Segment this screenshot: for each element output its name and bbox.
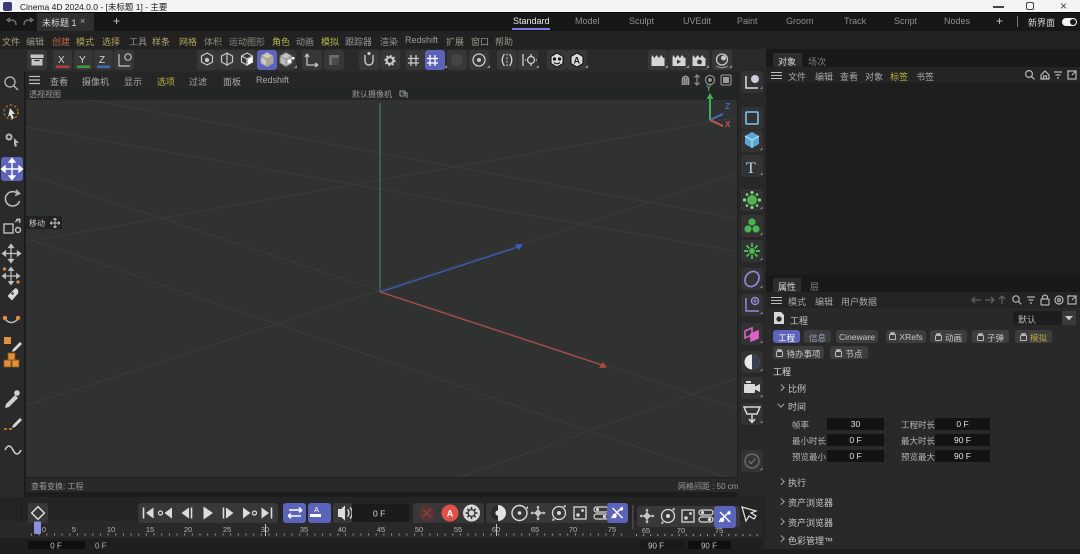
svg-text:0 F: 0 F bbox=[373, 509, 385, 519]
svg-text:A: A bbox=[574, 56, 581, 66]
svg-text:75: 75 bbox=[608, 525, 616, 534]
svg-text:50: 50 bbox=[415, 525, 423, 534]
svg-text:T: T bbox=[746, 160, 756, 177]
svg-text:45: 45 bbox=[377, 525, 385, 534]
svg-text:65: 65 bbox=[642, 526, 650, 535]
svg-text:0: 0 bbox=[42, 525, 46, 534]
svg-text:90 F: 90 F bbox=[701, 542, 717, 550]
svg-text:0 F: 0 F bbox=[50, 542, 62, 550]
svg-text:15: 15 bbox=[146, 525, 154, 534]
svg-text:Z: Z bbox=[99, 55, 105, 66]
svg-text:Z: Z bbox=[725, 102, 730, 111]
svg-text:10: 10 bbox=[107, 525, 115, 534]
svg-text:Y: Y bbox=[79, 55, 86, 66]
svg-text:70: 70 bbox=[569, 525, 577, 534]
svg-text:X: X bbox=[58, 55, 65, 66]
svg-text:A: A bbox=[314, 505, 319, 514]
svg-text:25: 25 bbox=[223, 525, 231, 534]
svg-text:70: 70 bbox=[677, 526, 685, 535]
svg-text:40: 40 bbox=[338, 525, 346, 534]
svg-text:A: A bbox=[447, 509, 454, 519]
svg-text:75: 75 bbox=[715, 526, 723, 535]
svg-text:Y: Y bbox=[706, 84, 712, 93]
svg-text:20: 20 bbox=[184, 525, 192, 534]
svg-text:35: 35 bbox=[300, 525, 308, 534]
svg-text:5: 5 bbox=[72, 525, 76, 534]
svg-text:X: X bbox=[725, 120, 731, 128]
svg-text:0 F: 0 F bbox=[95, 542, 107, 550]
svg-text:65: 65 bbox=[531, 525, 539, 534]
svg-text:90 F: 90 F bbox=[648, 542, 664, 550]
svg-text:55: 55 bbox=[454, 525, 462, 534]
